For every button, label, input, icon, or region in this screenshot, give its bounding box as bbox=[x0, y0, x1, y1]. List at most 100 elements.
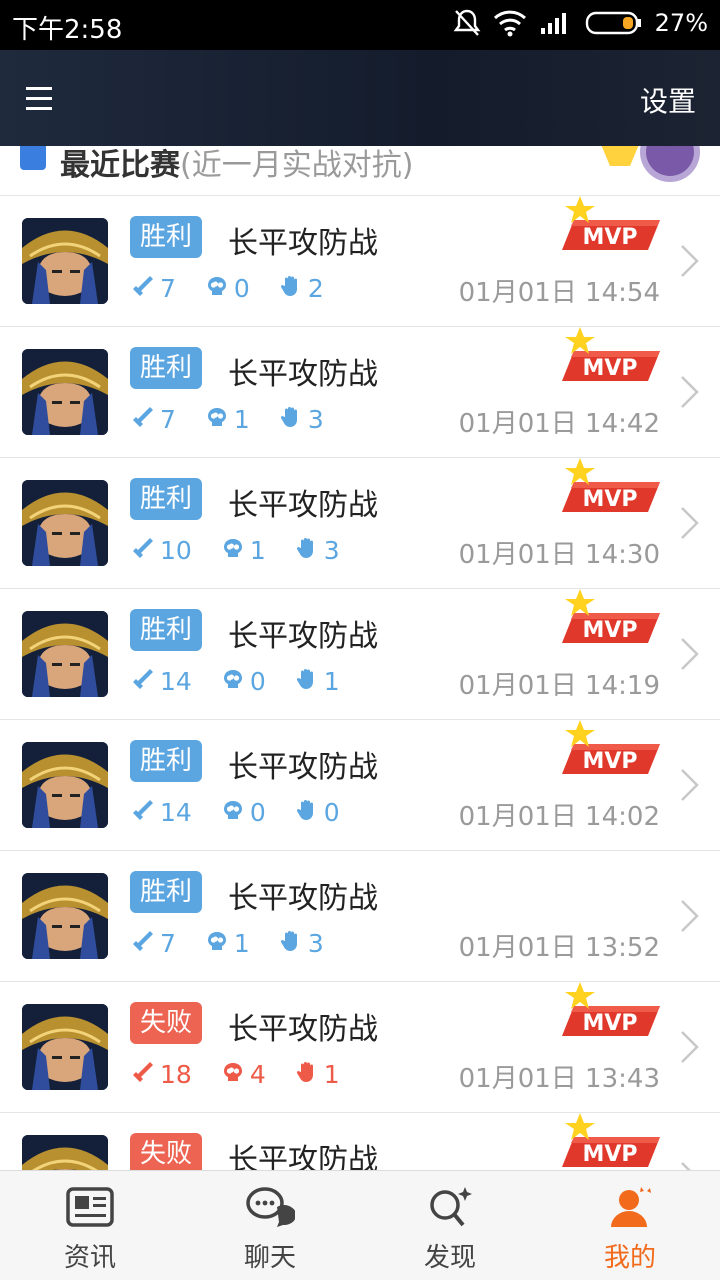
match-row[interactable]: 失败 长平攻防战 MVP bbox=[0, 1113, 720, 1170]
deaths-value: 1 bbox=[233, 405, 250, 434]
battery-percent: 27% bbox=[654, 9, 708, 37]
match-time: 01月01日 13:43 bbox=[458, 1064, 660, 1094]
assists-value: 1 bbox=[323, 667, 340, 696]
assists-stat: 1 bbox=[296, 667, 340, 696]
assists-stat: 3 bbox=[280, 405, 324, 434]
kills-stat: 14 bbox=[132, 798, 192, 827]
chevron-right-icon[interactable] bbox=[680, 899, 700, 933]
hand-icon bbox=[296, 536, 324, 565]
chevron-right-icon[interactable] bbox=[680, 637, 700, 671]
match-time: 01月01日 14:54 bbox=[458, 278, 660, 308]
sword-icon bbox=[132, 274, 160, 303]
kda-stats: 10 1 3 bbox=[132, 536, 370, 565]
match-row[interactable]: 胜利 长平攻防战 14 0 1 01月01日 14:19 MVP bbox=[0, 589, 720, 720]
mvp-icon: MVP bbox=[560, 1113, 664, 1170]
sword-icon bbox=[132, 667, 160, 696]
chevron-right-icon[interactable] bbox=[680, 1161, 700, 1170]
profile-icon bbox=[611, 1187, 651, 1227]
match-row[interactable]: 失败 长平攻防战 18 4 1 01月01日 13:43 MVP bbox=[0, 982, 720, 1113]
match-row[interactable]: 胜利 长平攻防战 7 1 3 01月01日 14:42 MVP bbox=[0, 327, 720, 458]
tab-news[interactable]: 资讯 bbox=[0, 1171, 180, 1280]
tab-profile[interactable]: 我的 bbox=[540, 1171, 720, 1280]
chat-icon bbox=[246, 1187, 295, 1227]
tab-news-label: 资讯 bbox=[63, 1243, 116, 1273]
bottom-nav: 资讯 聊天 发现 我的 bbox=[0, 1170, 720, 1280]
menu-icon[interactable] bbox=[26, 80, 56, 116]
kills-value: 14 bbox=[160, 798, 192, 827]
result-badge: 胜利 bbox=[130, 609, 203, 651]
chevron-right-icon[interactable] bbox=[680, 244, 700, 278]
wifi-icon bbox=[493, 10, 526, 37]
chevron-right-icon[interactable] bbox=[680, 768, 700, 802]
result-badge: 胜利 bbox=[130, 871, 203, 913]
assists-value: 3 bbox=[323, 536, 340, 565]
kills-value: 7 bbox=[160, 929, 176, 958]
match-row[interactable]: 胜利 长平攻防战 10 1 3 01月01日 14:30 MVP bbox=[0, 458, 720, 589]
skull-icon bbox=[222, 1060, 250, 1089]
tab-discover[interactable]: 发现 bbox=[360, 1171, 540, 1280]
hand-icon bbox=[280, 929, 308, 958]
assists-stat: 3 bbox=[296, 536, 340, 565]
skull-icon bbox=[206, 405, 234, 434]
sword-icon bbox=[132, 1060, 160, 1089]
deaths-stat: 4 bbox=[222, 1060, 266, 1089]
status-icons: 27% bbox=[453, 8, 708, 38]
deaths-stat: 0 bbox=[222, 798, 266, 827]
deaths-value: 1 bbox=[249, 536, 266, 565]
match-time: 01月01日 14:42 bbox=[458, 409, 660, 439]
assists-value: 3 bbox=[307, 929, 324, 958]
chevron-right-icon[interactable] bbox=[680, 375, 700, 409]
kills-stat: 7 bbox=[132, 929, 176, 958]
status-bar: 下午2:58 27% bbox=[0, 0, 720, 50]
kills-value: 14 bbox=[160, 667, 192, 696]
kills-value: 10 bbox=[160, 536, 192, 565]
deaths-value: 0 bbox=[233, 274, 250, 303]
game-mode: 长平攻防战 bbox=[228, 488, 378, 523]
section-title: 最近比赛(近一月实战对抗) bbox=[60, 146, 413, 184]
tab-chat[interactable]: 聊天 bbox=[180, 1171, 360, 1280]
kills-stat: 18 bbox=[132, 1060, 192, 1089]
settings-button[interactable]: 设置 bbox=[640, 80, 696, 120]
chevron-right-icon[interactable] bbox=[680, 1030, 700, 1064]
hand-icon bbox=[280, 405, 308, 434]
hand-icon bbox=[296, 667, 324, 696]
match-row[interactable]: 胜利 长平攻防战 7 1 3 01月01日 13:52 bbox=[0, 851, 720, 982]
recent-matches-header: 最近比赛(近一月实战对抗) bbox=[0, 146, 720, 196]
hero-avatar bbox=[22, 611, 108, 697]
game-mode: 长平攻防战 bbox=[228, 750, 378, 785]
hero-avatar bbox=[22, 1135, 108, 1170]
match-row[interactable]: 胜利 长平攻防战 7 0 2 01月01日 14:54 MVP bbox=[0, 196, 720, 327]
result-badge: 胜利 bbox=[130, 347, 203, 389]
match-row[interactable]: 胜利 长平攻防战 14 0 0 01月01日 14:02 MVP bbox=[0, 720, 720, 851]
mvp-icon: MVP bbox=[560, 327, 664, 387]
deaths-stat: 0 bbox=[206, 274, 250, 303]
match-list: 胜利 长平攻防战 7 0 2 01月01日 14:54 MVP 胜利 长平攻防战… bbox=[0, 196, 720, 1170]
mvp-icon: MVP bbox=[560, 458, 664, 518]
section-subtitle: (近一月实战对抗) bbox=[180, 148, 414, 183]
deaths-value: 0 bbox=[249, 798, 266, 827]
deaths-stat: 1 bbox=[206, 405, 250, 434]
news-icon bbox=[66, 1187, 114, 1227]
hero-avatar bbox=[22, 1004, 108, 1090]
signal-icon bbox=[540, 13, 566, 34]
mvp-icon: MVP bbox=[560, 982, 664, 1042]
hand-icon bbox=[280, 274, 308, 303]
hero-avatar bbox=[22, 218, 108, 304]
assists-value: 3 bbox=[307, 405, 324, 434]
assists-stat: 0 bbox=[296, 798, 340, 827]
assists-stat: 3 bbox=[280, 929, 324, 958]
section-title-text: 最近比赛 bbox=[60, 148, 180, 183]
app-header: 设置 bbox=[0, 50, 720, 146]
hero-avatar bbox=[22, 873, 108, 959]
deaths-value: 0 bbox=[249, 667, 266, 696]
chevron-right-icon[interactable] bbox=[680, 506, 700, 540]
deaths-value: 4 bbox=[249, 1060, 266, 1089]
kills-stat: 7 bbox=[132, 274, 176, 303]
game-mode: 长平攻防战 bbox=[228, 1143, 378, 1170]
result-badge: 胜利 bbox=[130, 740, 203, 782]
match-time: 01月01日 14:02 bbox=[458, 802, 660, 832]
skull-icon bbox=[222, 536, 250, 565]
tab-discover-label: 发现 bbox=[423, 1243, 476, 1273]
status-time: 下午2:58 bbox=[12, 15, 123, 45]
hero-avatar bbox=[22, 480, 108, 566]
